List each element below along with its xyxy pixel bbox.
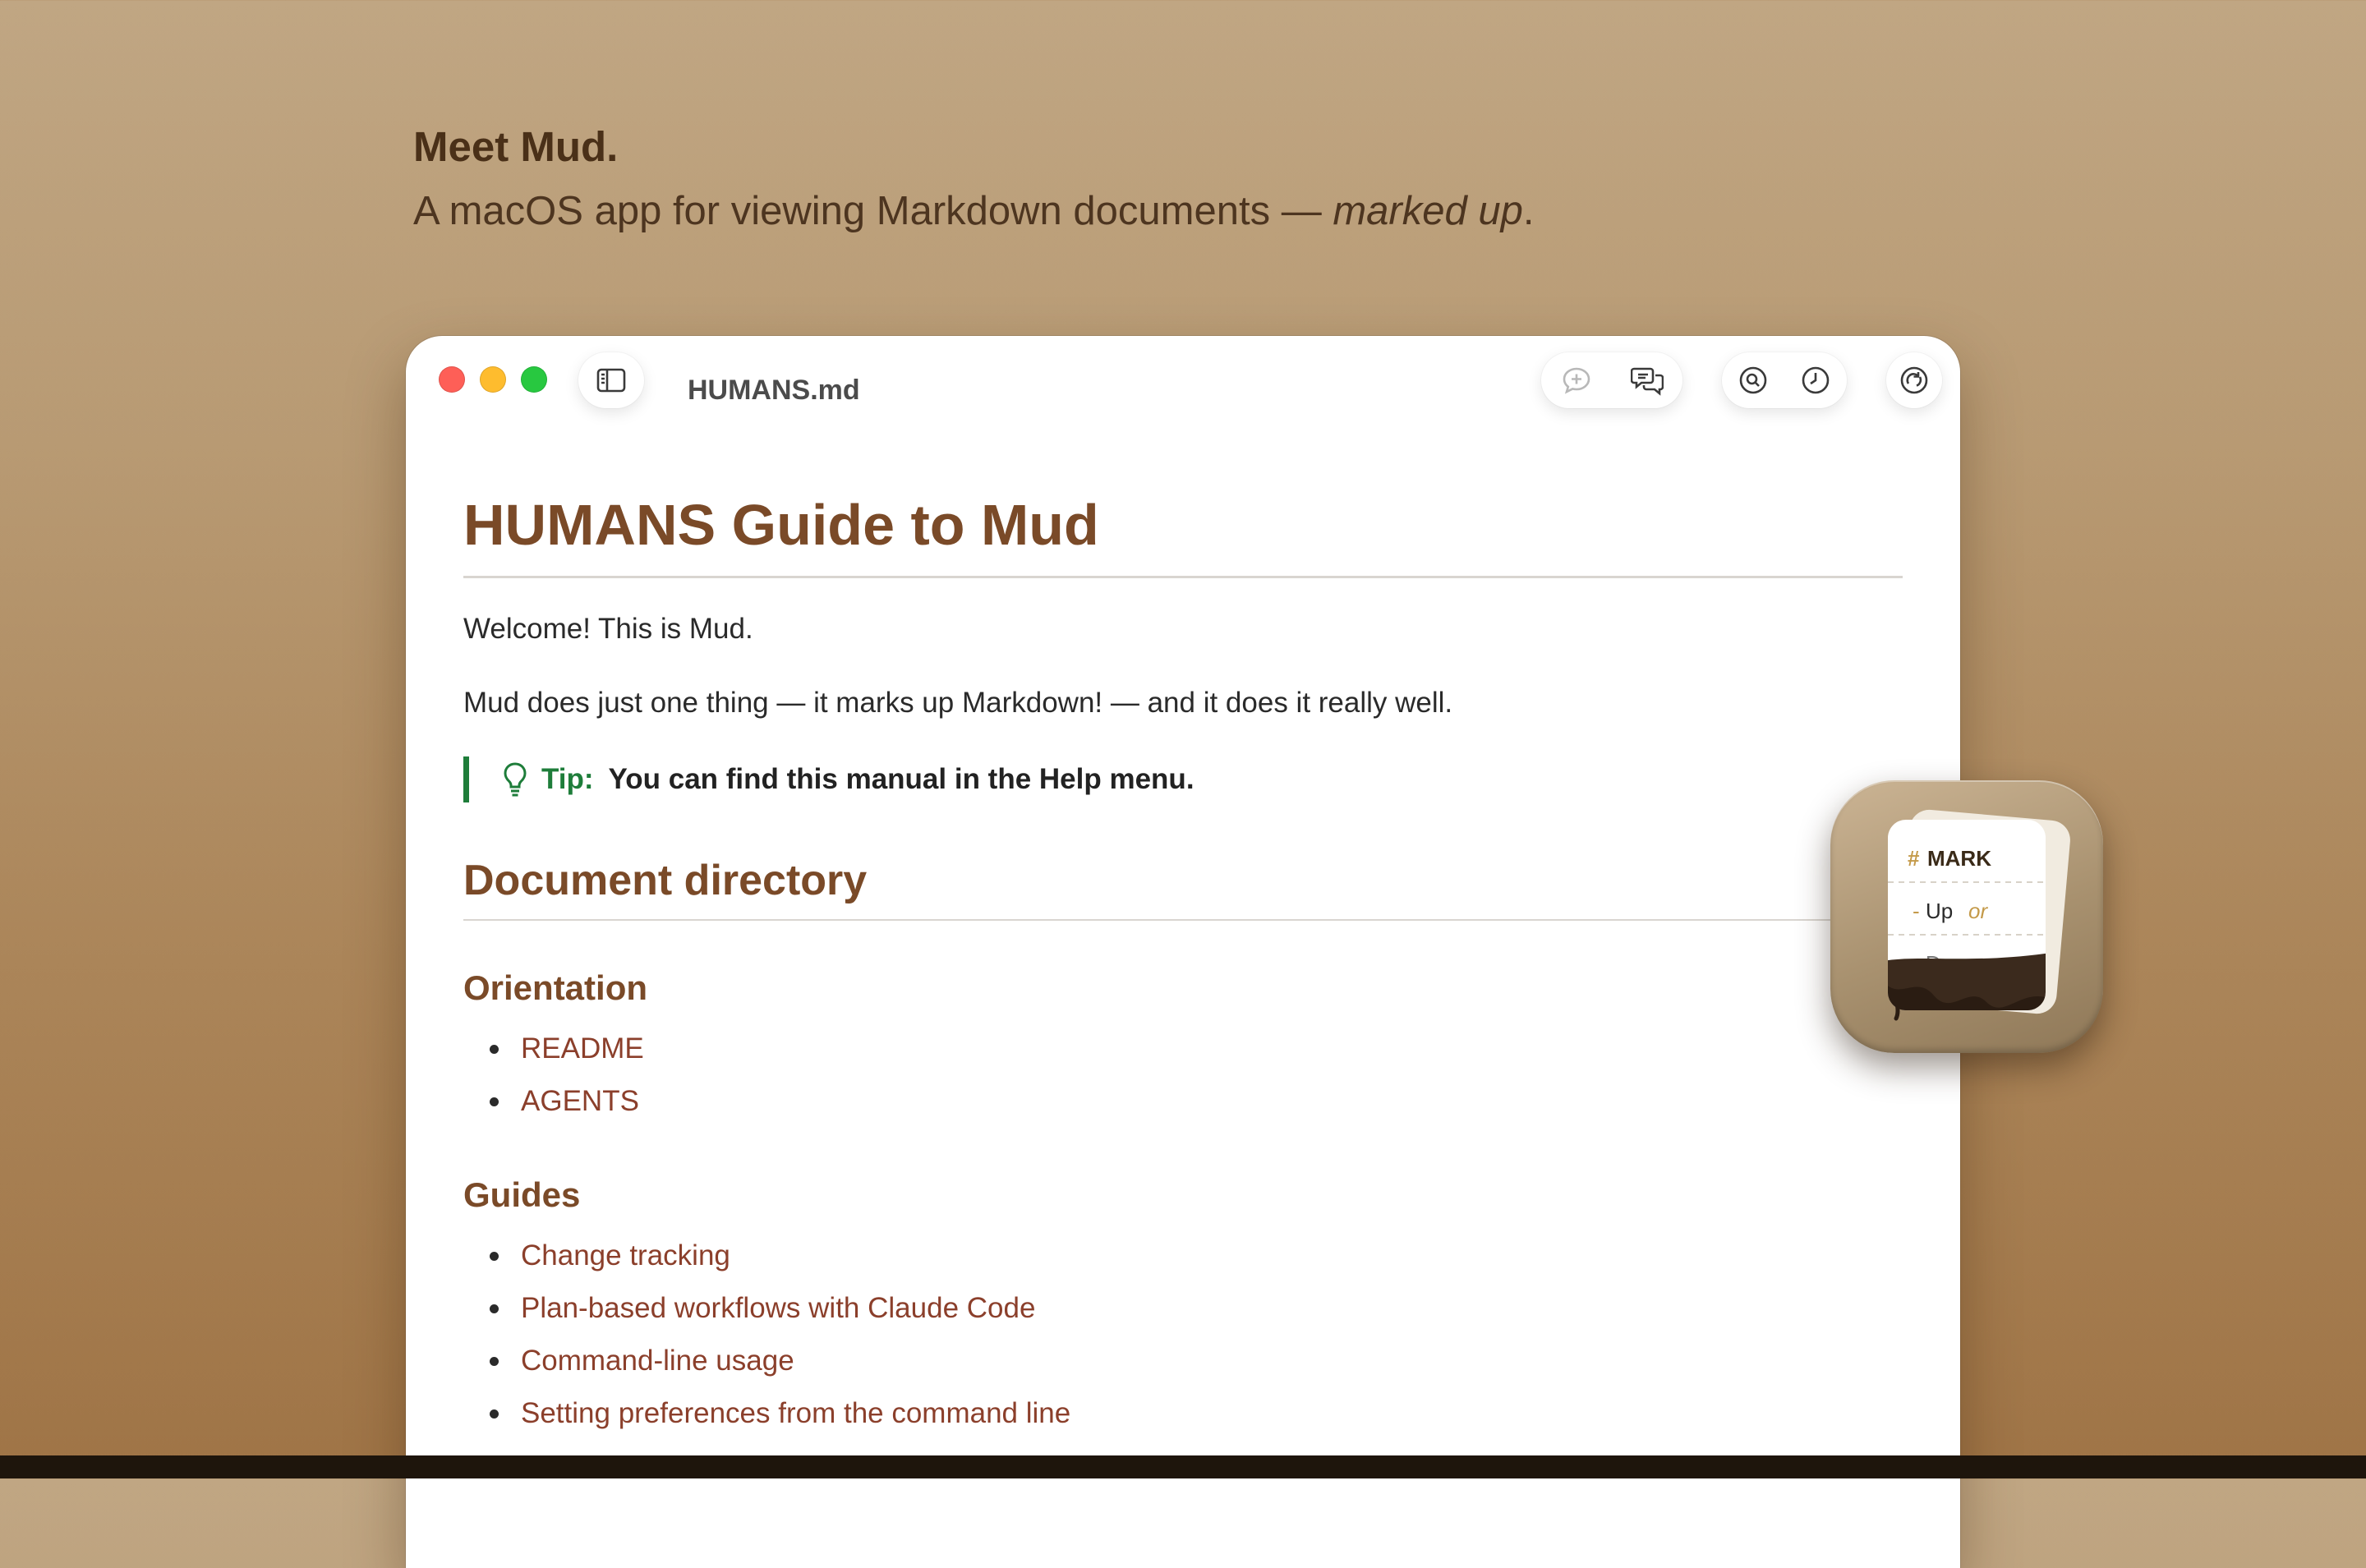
app-window: HUMANS.md HUMANS Guide to Mud Welcome! T…: [406, 336, 1960, 1568]
list-item: README: [463, 1023, 1903, 1075]
sidebar-toggle-group: [578, 352, 644, 408]
sidebar-icon: [596, 368, 626, 393]
find-history-group: [1722, 352, 1847, 408]
lightbulb-icon: [504, 762, 527, 797]
sync-button[interactable]: [1890, 356, 1939, 405]
list-item: Setting preferences from the command lin…: [463, 1387, 1903, 1440]
bottom-bar: [0, 1455, 2366, 1478]
subsection-heading-orientation: Orientation: [463, 968, 648, 1007]
document-heading: HUMANS Guide to Mud: [463, 493, 1099, 557]
hero-subtitle-end: .: [1522, 189, 1535, 233]
find-button[interactable]: [1728, 356, 1778, 405]
app-icon: # MARK - Up or - Down: [1830, 780, 2103, 1053]
comments-icon: [1631, 367, 1664, 396]
sync-group: [1886, 352, 1942, 408]
tip-text: You can find this manual in the Help men…: [608, 763, 1195, 795]
add-comment-button[interactable]: [1552, 356, 1601, 405]
tip-label: Tip:: [541, 763, 594, 795]
document-content: HUMANS Guide to Mud Welcome! This is Mud…: [463, 484, 1903, 1440]
find-icon: [1739, 366, 1767, 394]
section-divider: [463, 919, 1903, 921]
link-readme[interactable]: README: [521, 1032, 644, 1064]
logo-hash-text: #: [1908, 846, 1920, 871]
list-item: Command-line usage: [463, 1335, 1903, 1387]
history-button[interactable]: [1791, 356, 1840, 405]
comments-group: [1541, 352, 1682, 408]
section-heading: Document directory: [463, 857, 868, 904]
maximize-button[interactable]: [521, 366, 547, 393]
orientation-list: README AGENTS: [463, 1023, 1903, 1128]
title-bar: HUMANS.md: [406, 336, 1960, 433]
list-item: Change tracking: [463, 1230, 1903, 1282]
close-button[interactable]: [439, 366, 465, 393]
subsection-heading-guides: Guides: [463, 1175, 581, 1214]
minimize-button[interactable]: [480, 366, 506, 393]
document-title: HUMANS.md: [688, 375, 860, 406]
hero-subtitle: A macOS app for viewing Markdown documen…: [413, 183, 1534, 239]
logo-mark-text: MARK: [1927, 846, 1991, 871]
link-command-line-usage[interactable]: Command-line usage: [521, 1345, 794, 1377]
sidebar-toggle-button[interactable]: [587, 356, 636, 405]
sync-icon: [1900, 366, 1928, 394]
logo-or-text: or: [1968, 899, 1988, 923]
tip-callout: Tip: You can find this manual in the Hel…: [463, 756, 1903, 802]
welcome-paragraph: Welcome! This is Mud.: [463, 613, 753, 645]
hero-subtitle-em: marked up: [1333, 189, 1523, 233]
guides-list: Change tracking Plan-based workflows wit…: [463, 1230, 1903, 1440]
link-change-tracking[interactable]: Change tracking: [521, 1239, 730, 1271]
comments-button[interactable]: [1623, 356, 1672, 405]
heading-divider: [463, 576, 1903, 578]
logo-dash-text: -: [1913, 899, 1920, 923]
logo-up-text: Up: [1926, 899, 1953, 923]
add-comment-icon: [1563, 367, 1590, 394]
intro-paragraph: Mud does just one thing — it marks up Ma…: [463, 687, 1453, 719]
mud-logo-icon: # MARK - Up or - Down: [1888, 809, 2070, 1021]
link-plan-workflows[interactable]: Plan-based workflows with Claude Code: [521, 1292, 1035, 1324]
list-item: Plan-based workflows with Claude Code: [463, 1282, 1903, 1335]
link-agents[interactable]: AGENTS: [521, 1085, 639, 1117]
hero: Meet Mud. A macOS app for viewing Markdo…: [413, 119, 1534, 239]
history-icon: [1802, 366, 1830, 394]
link-preferences-command-line[interactable]: Setting preferences from the command lin…: [521, 1397, 1070, 1429]
hero-title: Meet Mud.: [413, 123, 619, 170]
list-item: AGENTS: [463, 1075, 1903, 1128]
hero-subtitle-main: A macOS app for viewing Markdown documen…: [413, 189, 1333, 233]
